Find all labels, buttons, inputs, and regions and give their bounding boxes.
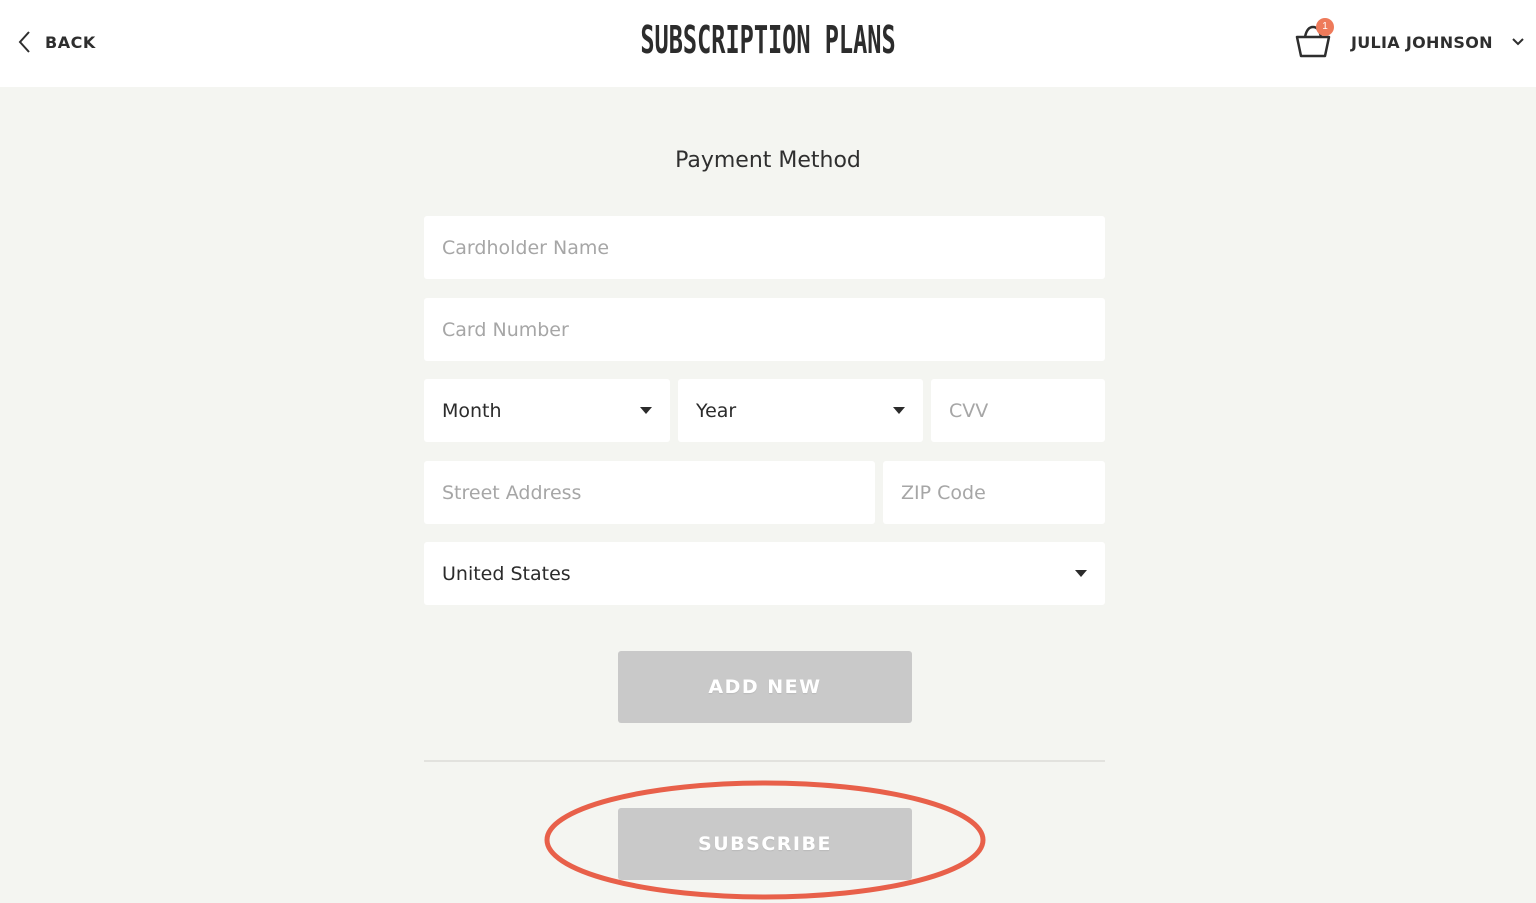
add-new-button[interactable]: ADD NEW bbox=[618, 651, 912, 723]
chevron-left-icon bbox=[18, 31, 30, 53]
divider bbox=[424, 760, 1105, 762]
annotation-highlight-circle bbox=[544, 780, 986, 900]
card-number-input[interactable] bbox=[442, 318, 1105, 341]
street-address-input[interactable] bbox=[442, 481, 875, 504]
chevron-down-icon bbox=[1512, 38, 1524, 46]
top-bar: BACK SUBSCRIPTION PLANS 1 JULIA JOHNSON bbox=[0, 0, 1536, 87]
street-address-field[interactable] bbox=[424, 461, 875, 524]
country-select[interactable]: United States bbox=[424, 542, 1105, 605]
cvv-field[interactable] bbox=[931, 379, 1105, 442]
country-select-value: United States bbox=[442, 562, 571, 585]
year-select[interactable]: Year bbox=[678, 379, 923, 442]
year-select-value: Year bbox=[696, 399, 737, 422]
month-select-value: Month bbox=[442, 399, 502, 422]
zip-code-field[interactable] bbox=[883, 461, 1105, 524]
month-select[interactable]: Month bbox=[424, 379, 670, 442]
caret-down-icon bbox=[1075, 570, 1087, 577]
zip-code-input[interactable] bbox=[901, 481, 1105, 504]
section-title: Payment Method bbox=[675, 148, 861, 173]
cardholder-name-input[interactable] bbox=[442, 236, 1105, 259]
page-title: SUBSCRIPTION PLANS bbox=[640, 18, 896, 62]
caret-down-icon bbox=[640, 407, 652, 414]
user-name: JULIA JOHNSON bbox=[1351, 32, 1493, 52]
caret-down-icon bbox=[893, 407, 905, 414]
cardholder-name-field[interactable] bbox=[424, 216, 1105, 279]
card-number-field[interactable] bbox=[424, 298, 1105, 361]
back-button[interactable]: BACK bbox=[18, 28, 96, 56]
back-label: BACK bbox=[45, 32, 96, 52]
user-menu[interactable]: JULIA JOHNSON bbox=[1351, 30, 1525, 54]
cvv-input[interactable] bbox=[949, 399, 1105, 422]
cart-count-badge: 1 bbox=[1316, 18, 1334, 36]
